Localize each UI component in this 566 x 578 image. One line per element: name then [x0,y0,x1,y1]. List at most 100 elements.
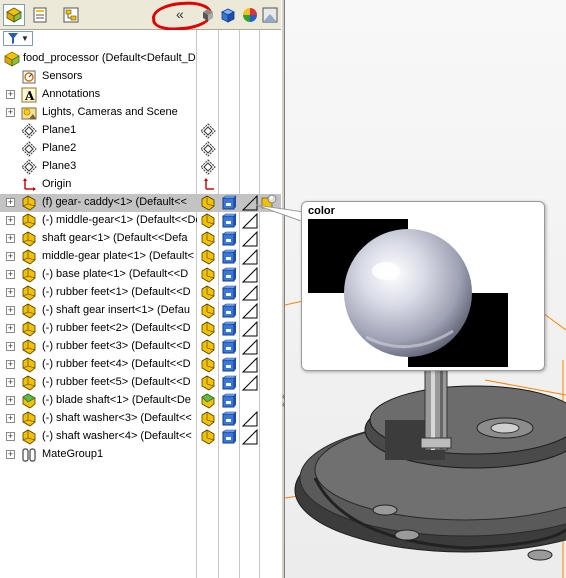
tree-item-component[interactable]: + (-) shaft washer<3> (Default<< [0,410,281,428]
tree-item-component[interactable]: + (-) rubber feet<1> (Default<<D [0,284,281,302]
expand-toggle[interactable]: + [6,234,15,243]
display-mode-icon[interactable] [221,393,237,409]
tree-item-origin[interactable]: Origin [0,176,281,194]
transparency-icon[interactable] [242,303,258,319]
part-state-icon[interactable] [199,267,217,283]
appearance-column-button[interactable] [239,4,261,26]
expand-toggle[interactable]: + [6,288,15,297]
expand-toggle[interactable]: + [6,432,15,441]
tree-item-lights-cameras-scene[interactable]: + Lights, Cameras and Scene [0,104,281,122]
transparency-icon[interactable] [242,429,258,445]
tree-item-component[interactable]: + (-) shaft gear insert<1> (Defau [0,302,281,320]
part-state-icon[interactable] [199,249,217,265]
display-mode-icon[interactable] [221,249,237,265]
configuration-manager-tab[interactable] [60,4,82,26]
tree-item-plane1[interactable]: Plane1 [0,122,281,140]
plane-icon [21,123,37,139]
tree-item-label: (-) middle-gear<1> (Default<<De [42,214,197,226]
tree-item-component[interactable]: + (-) rubber feet<4> (Default<<D [0,356,281,374]
tree-item-component[interactable]: + (-) shaft washer<4> (Default<< [0,428,281,446]
transparency-column-button[interactable] [259,4,281,26]
part-state-icon[interactable] [199,303,217,319]
display-mode-icon[interactable] [221,321,237,337]
expand-toggle[interactable]: + [6,378,15,387]
plane-visibility-icon[interactable] [199,159,217,175]
plane-visibility-icon[interactable] [199,141,217,157]
display-mode-icon[interactable] [221,429,237,445]
tree-item-plane2[interactable]: Plane2 [0,140,281,158]
transparency-icon[interactable] [242,267,258,283]
display-mode-icon[interactable] [221,231,237,247]
expand-toggle[interactable]: + [6,360,15,369]
tree-item-component[interactable]: + (-) rubber feet<5> (Default<<D [0,374,281,392]
transparency-icon[interactable] [242,321,258,337]
tree-item-component[interactable]: + (f) gear- caddy<1> (Default<< [0,194,281,212]
color-tooltip: color [301,201,545,371]
transparency-icon[interactable] [242,249,258,265]
tree-item-label: (-) shaft gear insert<1> (Defau [42,304,190,316]
filter-dropdown[interactable]: ▼ [3,31,33,46]
part-state-icon[interactable] [199,195,217,211]
part-state-icon[interactable] [199,285,217,301]
display-mode-icon[interactable] [221,375,237,391]
expand-toggle[interactable]: + [6,252,15,261]
display-mode-icon[interactable] [221,357,237,373]
part-state-icon[interactable] [199,375,217,391]
part-state-icon[interactable] [199,321,217,337]
expand-toggle[interactable]: + [6,342,15,351]
tree-item-label: (-) rubber feet<3> (Default<<D [42,340,191,352]
tree-item-component[interactable]: + shaft gear<1> (Default<<Defa [0,230,281,248]
expand-toggle[interactable]: + [6,450,15,459]
expand-toggle[interactable]: + [6,216,15,225]
scene-icon [262,7,278,23]
display-pane-toggle-button[interactable] [197,4,219,26]
expand-toggle[interactable]: + [6,396,15,405]
tree-item-component[interactable]: + (-) base plate<1> (Default<<D [0,266,281,284]
feature-manager-panel: « ▼ food_processor (Default<Default_D Se… [0,0,281,578]
tree-item-plane3[interactable]: Plane3 [0,158,281,176]
expand-toggle[interactable]: + [6,414,15,423]
plane-visibility-icon[interactable] [199,123,217,139]
display-mode-icon[interactable] [221,303,237,319]
tree-item-assembly[interactable]: food_processor (Default<Default_D [0,50,281,68]
origin-visibility-icon[interactable] [199,177,217,193]
expand-toggle[interactable]: + [6,270,15,279]
display-mode-column-button[interactable] [217,4,239,26]
collapse-button[interactable]: « [176,6,184,22]
tree-item-component[interactable]: + (-) rubber feet<2> (Default<<D [0,320,281,338]
tree-item-sensors[interactable]: Sensors [0,68,281,86]
expand-toggle[interactable]: + [6,108,15,117]
part-state-icon[interactable] [199,231,217,247]
display-mode-icon[interactable] [221,267,237,283]
property-manager-tab[interactable] [29,4,51,26]
display-mode-icon[interactable] [221,339,237,355]
display-mode-icon[interactable] [221,285,237,301]
display-mode-icon[interactable] [221,213,237,229]
tree-item-component[interactable]: + (-) blade shaft<1> (Default<De [0,392,281,410]
transparency-icon[interactable] [242,339,258,355]
part-state-icon[interactable] [199,429,217,445]
tree-item-component[interactable]: + (-) middle-gear<1> (Default<<De [0,212,281,230]
transparency-icon[interactable] [242,375,258,391]
expand-toggle[interactable]: + [6,90,15,99]
tree-item-mategroup[interactable]: + MateGroup1 [0,446,281,464]
tree-item-component[interactable]: + (-) rubber feet<3> (Default<<D [0,338,281,356]
transparency-icon[interactable] [242,285,258,301]
transparency-icon[interactable] [242,231,258,247]
part-state-icon[interactable] [199,393,217,409]
part-state-icon[interactable] [199,411,217,427]
transparency-icon[interactable] [242,411,258,427]
part-state-icon[interactable] [199,357,217,373]
tree-item-component[interactable]: + middle-gear plate<1> (Default< [0,248,281,266]
appearance-ball-icon [243,8,257,22]
part-state-icon[interactable] [199,339,217,355]
expand-toggle[interactable]: + [6,306,15,315]
transparency-icon[interactable] [242,357,258,373]
expand-toggle[interactable]: + [6,324,15,333]
expand-toggle[interactable]: + [6,198,15,207]
feature-manager-tab[interactable] [3,4,25,26]
display-mode-icon[interactable] [221,411,237,427]
display-mode-icon[interactable] [221,195,237,211]
tree-item-annotations[interactable]: + A Annotations [0,86,281,104]
part-state-icon[interactable] [199,213,217,229]
